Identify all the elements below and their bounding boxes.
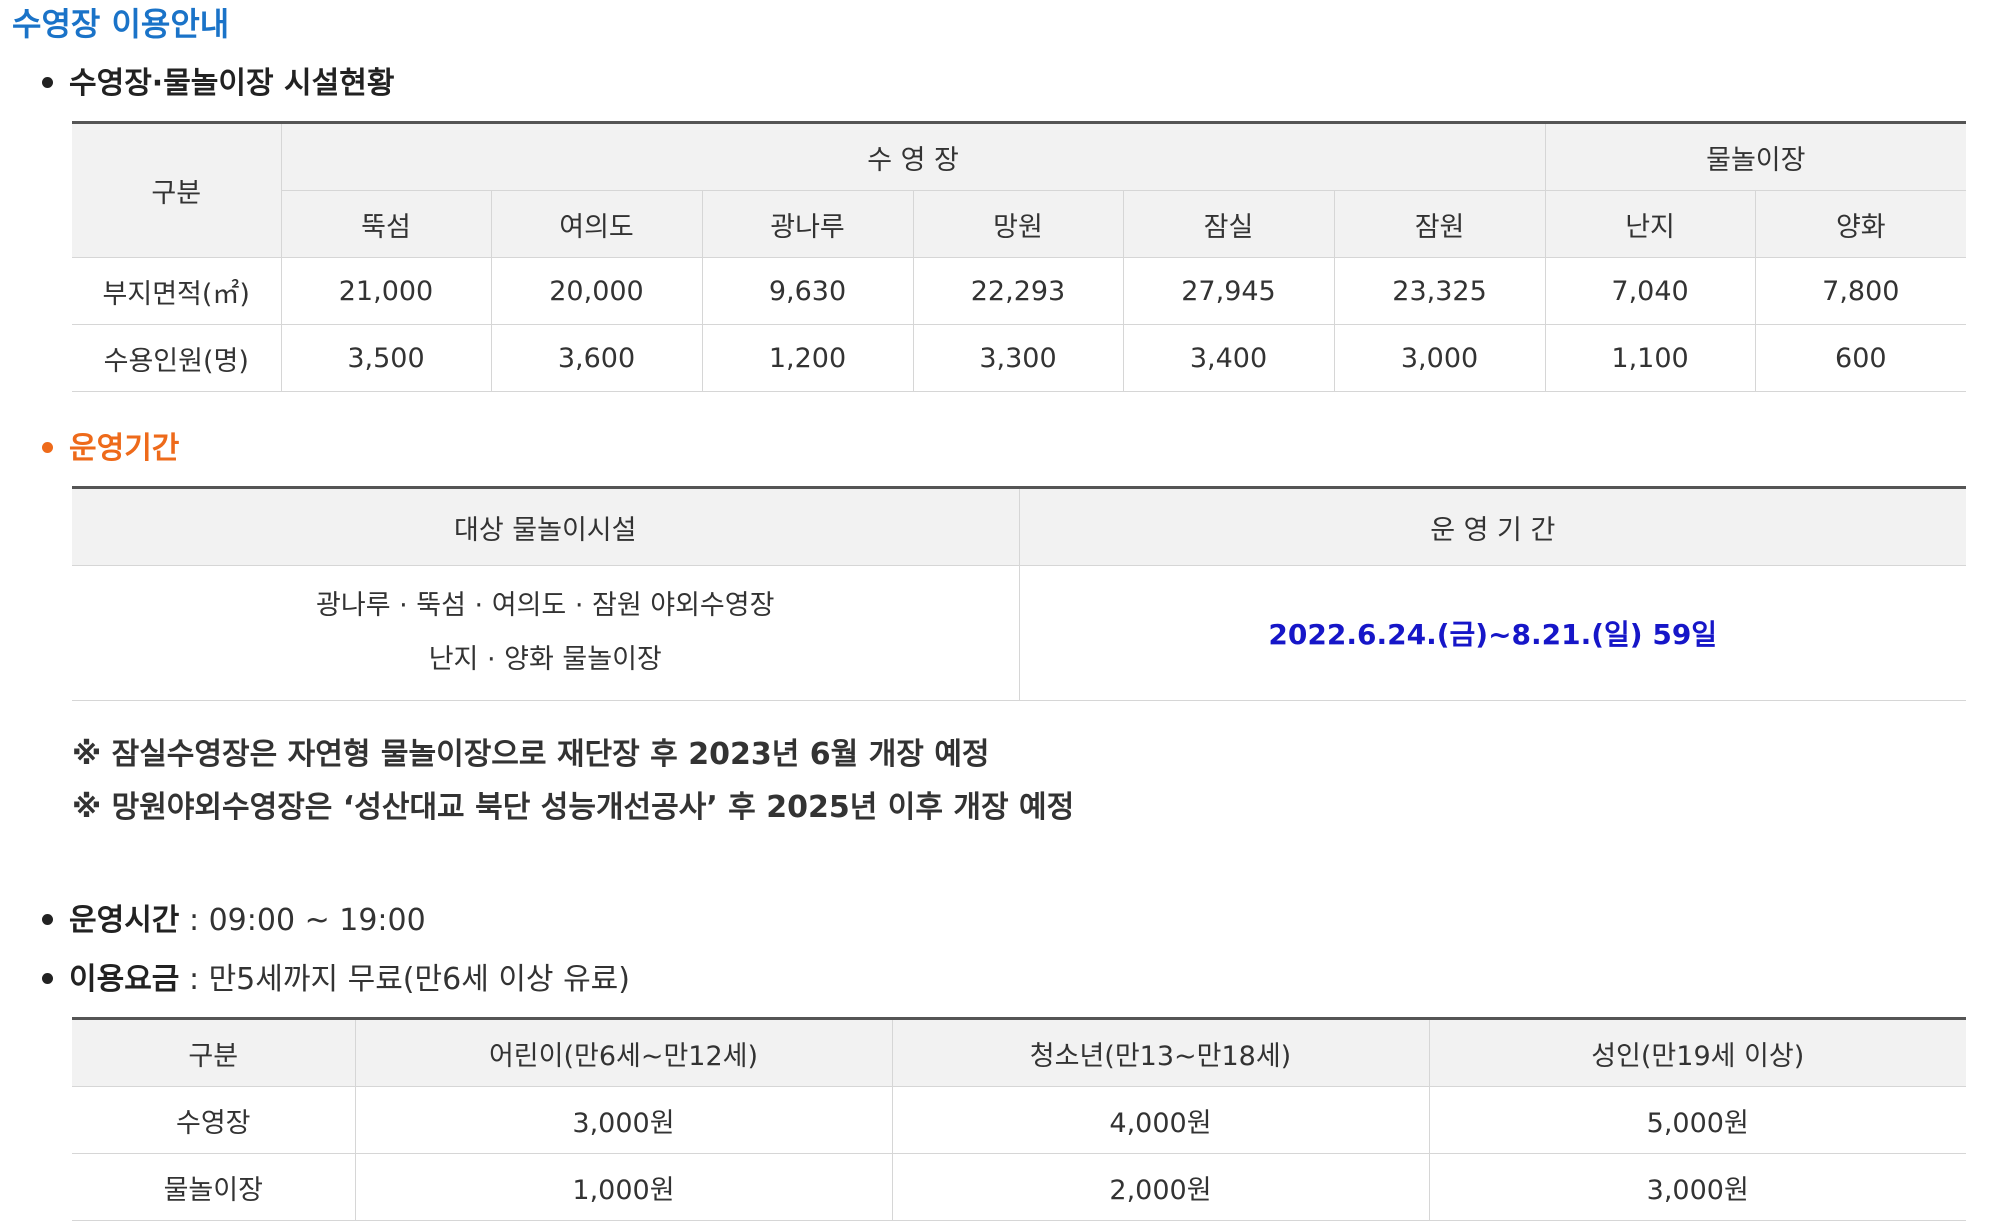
table-cell: 4,000원 xyxy=(891,1086,1429,1154)
header-cell: 광나루 xyxy=(701,190,913,258)
table-cell: 7,040 xyxy=(1544,257,1756,325)
facility-line: 난지 · 양화 물놀이장 xyxy=(428,644,662,675)
header-cell: 어린이(만6세~만12세) xyxy=(354,1018,892,1087)
header-cell: 구분 xyxy=(72,122,281,258)
table-cell: 23,325 xyxy=(1333,257,1546,325)
table-cell: 22,293 xyxy=(912,257,1123,325)
fees-text: : 만5세까지 무료(만6세 이상 유료) xyxy=(179,962,630,997)
header-cell: 망원 xyxy=(912,190,1123,258)
header-cell: 잠실 xyxy=(1122,190,1334,258)
bullet-icon xyxy=(42,442,53,453)
table-cell: 21,000 xyxy=(280,257,491,325)
bullet-icon xyxy=(42,973,53,984)
header-cell: 여의도 xyxy=(490,190,702,258)
header-cell: 대상 물놀이시설 xyxy=(72,487,1019,566)
facility-cell: 광나루 · 뚝섬 · 여의도 · 잠원 야외수영장 난지 · 양화 물놀이장 xyxy=(72,565,1019,701)
table-row: 물놀이장 1,000원 2,000원 3,000원 xyxy=(72,1153,1966,1221)
row-label: 수영장 xyxy=(72,1086,355,1154)
header-cell: 성인(만19세 이상) xyxy=(1428,1018,1966,1087)
section-operating-period: 운영기간 xyxy=(42,427,179,471)
header-cell: 구분 xyxy=(72,1018,355,1087)
table-header-row: 뚝섬 여의도 광나루 망원 잠실 잠원 난지 양화 xyxy=(72,190,1967,258)
table-header-row: 구분 어린이(만6세~만12세) 청소년(만13~만18세) 성인(만19세 이… xyxy=(72,1018,1966,1087)
table-cell: 20,000 xyxy=(490,257,702,325)
table-header-row: 대상 물놀이시설 운 영 기 간 xyxy=(72,487,1966,566)
header-cell-water-group: 물놀이장 xyxy=(1544,122,1967,191)
note-mangwon: ※ 망원야외수영장은 ‘성산대교 북단 성능개선공사’ 후 2025년 이후 개… xyxy=(72,790,1075,825)
section-operating-hours: 운영시간 : 09:00 ~ 19:00 xyxy=(42,899,426,943)
header-cell: 난지 xyxy=(1544,190,1756,258)
table-cell: 27,945 xyxy=(1122,257,1334,325)
table-cell: 3,000원 xyxy=(1428,1153,1966,1221)
table-row: 수용인원(명) 3,500 3,600 1,200 3,300 3,400 3,… xyxy=(72,324,1967,392)
table-cell: 7,800 xyxy=(1754,257,1967,325)
table-cell: 3,000원 xyxy=(354,1086,892,1154)
hours-text: : 09:00 ~ 19:00 xyxy=(179,903,426,938)
fees-table: 구분 어린이(만6세~만12세) 청소년(만13~만18세) 성인(만19세 이… xyxy=(72,1017,1966,1221)
header-cell: 양화 xyxy=(1754,190,1967,258)
table-cell: 5,000원 xyxy=(1428,1086,1966,1154)
table-cell: 3,300 xyxy=(912,324,1123,392)
table-cell: 3,000 xyxy=(1333,324,1546,392)
facilities-table: 구분 수 영 장 물놀이장 뚝섬 여의도 광나루 망원 잠실 잠원 난지 양화 … xyxy=(72,121,1967,392)
header-cell-pool-group: 수 영 장 xyxy=(280,122,1546,191)
table-cell: 3,400 xyxy=(1122,324,1334,392)
table-cell: 600 xyxy=(1754,324,1967,392)
section-heading: 이용요금 xyxy=(69,962,180,997)
section-heading: 운영시간 xyxy=(69,903,180,938)
table-cell: 1,100 xyxy=(1544,324,1756,392)
header-cell: 잠원 xyxy=(1333,190,1546,258)
note-jamsil: ※ 잠실수영장은 자연형 물놀이장으로 재단장 후 2023년 6월 개장 예정 xyxy=(72,737,990,772)
section-fees: 이용요금 : 만5세까지 무료(만6세 이상 유료) xyxy=(42,958,630,1002)
row-label: 수용인원(명) xyxy=(72,324,281,392)
table-header-row: 구분 수 영 장 물놀이장 xyxy=(72,122,1967,258)
page-title: 수영장 이용안내 xyxy=(12,5,230,43)
table-cell: 3,500 xyxy=(280,324,491,392)
bullet-icon xyxy=(42,914,53,925)
header-cell: 뚝섬 xyxy=(280,190,491,258)
bullet-icon xyxy=(42,77,53,88)
table-row: 광나루 · 뚝섬 · 여의도 · 잠원 야외수영장 난지 · 양화 물놀이장 2… xyxy=(72,565,1966,701)
operating-period-table: 대상 물놀이시설 운 영 기 간 광나루 · 뚝섬 · 여의도 · 잠원 야외수… xyxy=(72,486,1966,701)
page: 수영장 이용안내 수영장·물놀이장 시설현황 구분 수 영 장 물놀이장 뚝섬 … xyxy=(0,0,1994,1221)
facility-line: 광나루 · 뚝섬 · 여의도 · 잠원 야외수영장 xyxy=(316,590,775,621)
row-label: 물놀이장 xyxy=(72,1153,355,1221)
section-facilities: 수영장·물놀이장 시설현황 xyxy=(42,62,394,106)
table-cell: 3,600 xyxy=(490,324,702,392)
table-row: 수영장 3,000원 4,000원 5,000원 xyxy=(72,1086,1966,1154)
header-cell: 운 영 기 간 xyxy=(1018,487,1966,566)
table-cell: 2,000원 xyxy=(891,1153,1429,1221)
table-cell: 1,200 xyxy=(701,324,913,392)
period-cell: 2022.6.24.(금)~8.21.(일) 59일 xyxy=(1018,565,1966,701)
table-row: 부지면적(㎡) 21,000 20,000 9,630 22,293 27,94… xyxy=(72,257,1967,325)
section-heading: 운영기간 xyxy=(69,431,180,466)
table-cell: 1,000원 xyxy=(354,1153,892,1221)
section-heading: 수영장·물놀이장 시설현황 xyxy=(69,66,395,101)
header-cell: 청소년(만13~만18세) xyxy=(891,1018,1429,1087)
row-label: 부지면적(㎡) xyxy=(72,257,281,325)
table-cell: 9,630 xyxy=(701,257,913,325)
